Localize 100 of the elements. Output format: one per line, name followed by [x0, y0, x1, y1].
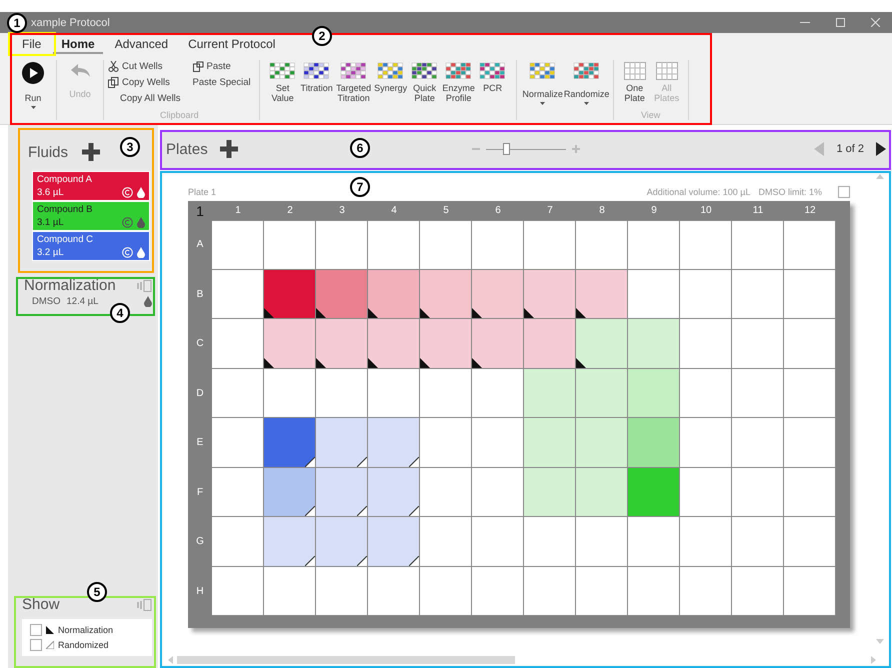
well[interactable] [264, 319, 316, 368]
well[interactable] [576, 517, 628, 566]
well[interactable] [524, 517, 576, 566]
well[interactable] [368, 418, 420, 468]
well[interactable] [524, 566, 576, 616]
well[interactable] [524, 319, 576, 368]
well[interactable] [368, 319, 420, 368]
pattern-button[interactable]: Set Value [266, 60, 300, 120]
well[interactable] [628, 418, 680, 468]
well[interactable] [576, 270, 628, 319]
well[interactable] [212, 418, 264, 468]
well[interactable] [368, 368, 420, 418]
well[interactable] [368, 566, 420, 616]
arrange-button[interactable]: Randomize [566, 60, 607, 120]
well[interactable] [628, 270, 680, 319]
add-icon[interactable] [82, 143, 100, 161]
checkbox[interactable] [30, 624, 42, 636]
well[interactable] [680, 468, 732, 517]
well[interactable] [784, 368, 836, 418]
well[interactable] [316, 368, 368, 418]
well[interactable] [732, 418, 784, 468]
well[interactable] [212, 368, 264, 418]
well[interactable] [680, 368, 732, 418]
ribbon-tab[interactable]: Home [53, 36, 103, 54]
arrange-button[interactable]: Normalize [522, 60, 563, 120]
well[interactable] [576, 418, 628, 468]
zoom-slider[interactable] [486, 144, 566, 154]
well[interactable] [784, 517, 836, 566]
next-icon[interactable] [876, 142, 886, 156]
well[interactable] [628, 220, 680, 270]
well[interactable] [472, 319, 524, 368]
well[interactable] [368, 270, 420, 319]
run-button[interactable]: Run [16, 60, 50, 120]
ribbon-tab[interactable]: Advanced [106, 36, 176, 54]
well[interactable] [524, 270, 576, 319]
paste-special-button[interactable]: Paste Special [190, 76, 253, 89]
view-button[interactable]: One Plate [620, 60, 650, 110]
well[interactable] [264, 517, 316, 566]
well[interactable] [784, 468, 836, 517]
well[interactable] [680, 220, 732, 270]
well[interactable] [316, 566, 368, 616]
well[interactable] [576, 368, 628, 418]
well[interactable] [420, 418, 472, 468]
panel-toggle-icon[interactable] [136, 280, 152, 292]
copy-wells-button[interactable]: Copy Wells [106, 76, 183, 89]
well[interactable] [316, 517, 368, 566]
well[interactable] [212, 220, 264, 270]
paste-button[interactable]: Paste [190, 60, 233, 73]
pattern-button[interactable]: Quick Plate [408, 60, 442, 120]
well[interactable] [264, 220, 316, 270]
well[interactable] [472, 517, 524, 566]
well[interactable] [316, 319, 368, 368]
well[interactable] [212, 270, 264, 319]
ribbon-tab[interactable]: Current Protocol [180, 36, 284, 54]
pattern-button[interactable]: Titration [300, 60, 334, 120]
well[interactable] [212, 468, 264, 517]
well[interactable] [316, 220, 368, 270]
close-icon[interactable] [871, 18, 880, 27]
pattern-button[interactable]: Enzyme Profile [442, 60, 476, 120]
well[interactable] [576, 566, 628, 616]
well[interactable] [732, 270, 784, 319]
well[interactable] [628, 517, 680, 566]
well[interactable] [732, 517, 784, 566]
well[interactable] [472, 418, 524, 468]
well[interactable] [420, 517, 472, 566]
well[interactable] [524, 468, 576, 517]
well[interactable] [472, 220, 524, 270]
well[interactable] [212, 319, 264, 368]
well[interactable] [732, 368, 784, 418]
well[interactable] [420, 270, 472, 319]
maximize-icon[interactable] [836, 18, 845, 27]
well[interactable] [628, 319, 680, 368]
well[interactable] [212, 517, 264, 566]
well[interactable] [784, 566, 836, 616]
well[interactable] [628, 368, 680, 418]
well[interactable] [472, 468, 524, 517]
well[interactable] [576, 468, 628, 517]
well[interactable] [680, 566, 732, 616]
well[interactable] [264, 468, 316, 517]
well[interactable] [524, 368, 576, 418]
fluid-card[interactable]: Compound B 3.1 µL [32, 201, 150, 231]
pattern-button[interactable]: PCR [476, 60, 510, 120]
well[interactable] [784, 270, 836, 319]
well[interactable] [212, 566, 264, 616]
well[interactable] [732, 468, 784, 517]
cut-wells-button[interactable]: Cut Wells [106, 60, 183, 73]
ribbon-tab[interactable]: File [14, 36, 50, 54]
well[interactable] [576, 319, 628, 368]
minimize-icon[interactable] [800, 22, 810, 24]
well[interactable] [784, 220, 836, 270]
well[interactable] [420, 468, 472, 517]
add-icon[interactable] [220, 140, 238, 158]
well[interactable] [732, 220, 784, 270]
pattern-button[interactable]: Targeted Titration [334, 60, 374, 120]
fluid-card[interactable]: Compound A 3.6 µL [32, 171, 150, 201]
well[interactable] [420, 319, 472, 368]
pattern-button[interactable]: Synergy [374, 60, 408, 120]
well[interactable] [680, 418, 732, 468]
fluid-card[interactable]: Compound C 3.2 µL [32, 231, 150, 261]
well[interactable] [680, 270, 732, 319]
